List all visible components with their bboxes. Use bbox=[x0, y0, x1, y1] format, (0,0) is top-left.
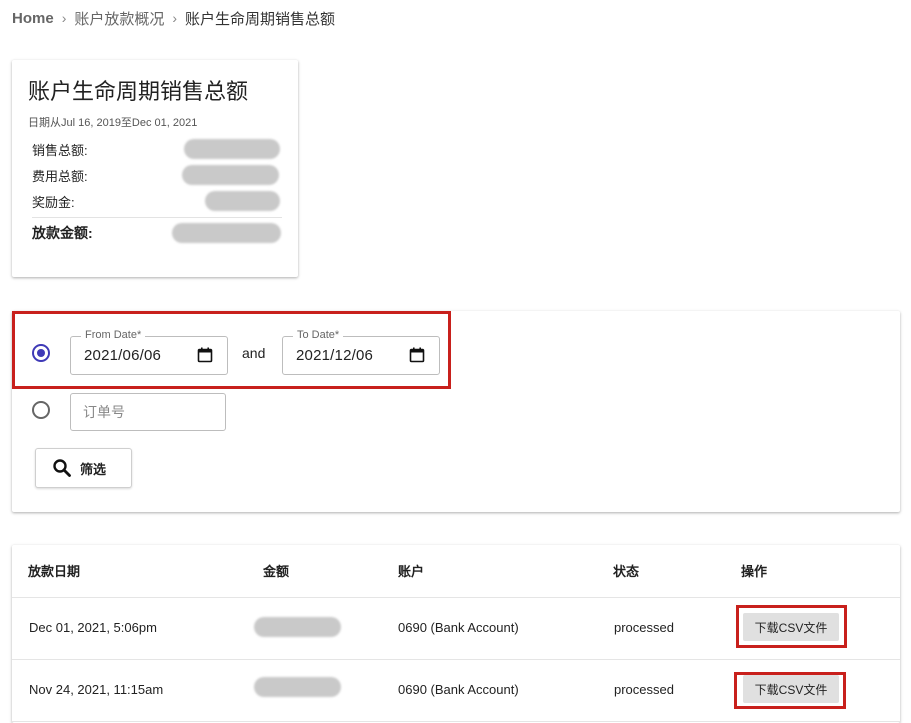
breadcrumb-home[interactable]: Home bbox=[12, 10, 54, 27]
row-divider bbox=[12, 597, 900, 598]
order-number-field[interactable] bbox=[70, 393, 226, 431]
from-date-field[interactable]: From Date* 2021/06/06 bbox=[70, 329, 228, 375]
from-date-label: From Date* bbox=[81, 329, 146, 341]
cell-date: Nov 24, 2021, 11:15am bbox=[29, 682, 164, 697]
summary-card: 账户生命周期销售总额 日期从Jul 16, 2019至Dec 01, 2021 … bbox=[12, 60, 298, 277]
breadcrumb-separator: › bbox=[172, 10, 178, 26]
summary-row-sales: 销售总额: bbox=[32, 138, 282, 160]
redacted-amount bbox=[254, 617, 341, 637]
cell-date: Dec 01, 2021, 5:06pm bbox=[29, 620, 157, 635]
summary-label-bonus: 奖励金: bbox=[32, 194, 75, 210]
and-label: and bbox=[242, 345, 266, 361]
cell-account: 0690 (Bank Account) bbox=[398, 620, 519, 635]
filter-button[interactable]: 筛选 bbox=[35, 448, 132, 488]
summary-title: 账户生命周期销售总额 bbox=[28, 79, 249, 104]
redacted-value bbox=[184, 139, 280, 159]
summary-row-fees: 费用总额: bbox=[32, 164, 282, 186]
to-date-label: To Date* bbox=[293, 329, 344, 341]
to-date-value: 2021/12/06 bbox=[296, 347, 374, 364]
summary-divider bbox=[32, 217, 282, 218]
date-range-radio[interactable] bbox=[32, 344, 50, 362]
filter-button-label: 筛选 bbox=[80, 461, 107, 477]
redacted-value bbox=[205, 191, 280, 211]
row-divider bbox=[12, 721, 900, 722]
search-icon bbox=[53, 459, 71, 477]
from-date-value: 2021/06/06 bbox=[84, 347, 162, 364]
column-header-date: 放款日期 bbox=[28, 564, 81, 579]
calendar-icon[interactable] bbox=[409, 347, 425, 363]
column-header-account: 账户 bbox=[398, 564, 425, 579]
summary-row-total: 放款金额: bbox=[32, 222, 282, 244]
column-header-action: 操作 bbox=[741, 564, 768, 579]
summary-label-total: 放款金额: bbox=[32, 225, 93, 241]
breadcrumb-separator: › bbox=[61, 10, 67, 26]
breadcrumb-overview[interactable]: 账户放款概况 bbox=[74, 8, 164, 29]
filter-card: From Date* 2021/06/06 and To Date* 2021/… bbox=[12, 311, 900, 512]
summary-date-range: 日期从Jul 16, 2019至Dec 01, 2021 bbox=[28, 117, 198, 129]
order-number-input[interactable] bbox=[71, 394, 225, 430]
breadcrumb: Home › 账户放款概况 › 账户生命周期销售总额 bbox=[12, 8, 335, 28]
column-header-amount: 金额 bbox=[263, 564, 290, 579]
summary-label-fees: 费用总额: bbox=[32, 168, 88, 184]
summary-row-bonus: 奖励金: bbox=[32, 190, 282, 212]
cell-account: 0690 (Bank Account) bbox=[398, 682, 519, 697]
cell-status: processed bbox=[614, 620, 674, 635]
column-header-status: 状态 bbox=[613, 564, 640, 579]
row-divider bbox=[12, 659, 900, 660]
payouts-table: 放款日期 金额 账户 状态 操作 Dec 01, 2021, 5:06pm 06… bbox=[12, 545, 900, 723]
download-csv-button[interactable]: 下载CSV文件 bbox=[743, 675, 839, 703]
redacted-value bbox=[172, 223, 281, 243]
redacted-amount bbox=[254, 677, 341, 697]
to-date-field[interactable]: To Date* 2021/12/06 bbox=[282, 329, 440, 375]
summary-label-sales: 销售总额: bbox=[32, 142, 88, 158]
cell-status: processed bbox=[614, 682, 674, 697]
download-csv-button[interactable]: 下载CSV文件 bbox=[743, 613, 839, 641]
breadcrumb-current: 账户生命周期销售总额 bbox=[185, 10, 336, 28]
calendar-icon[interactable] bbox=[197, 347, 213, 363]
redacted-value bbox=[182, 165, 279, 185]
order-number-radio[interactable] bbox=[32, 401, 50, 419]
